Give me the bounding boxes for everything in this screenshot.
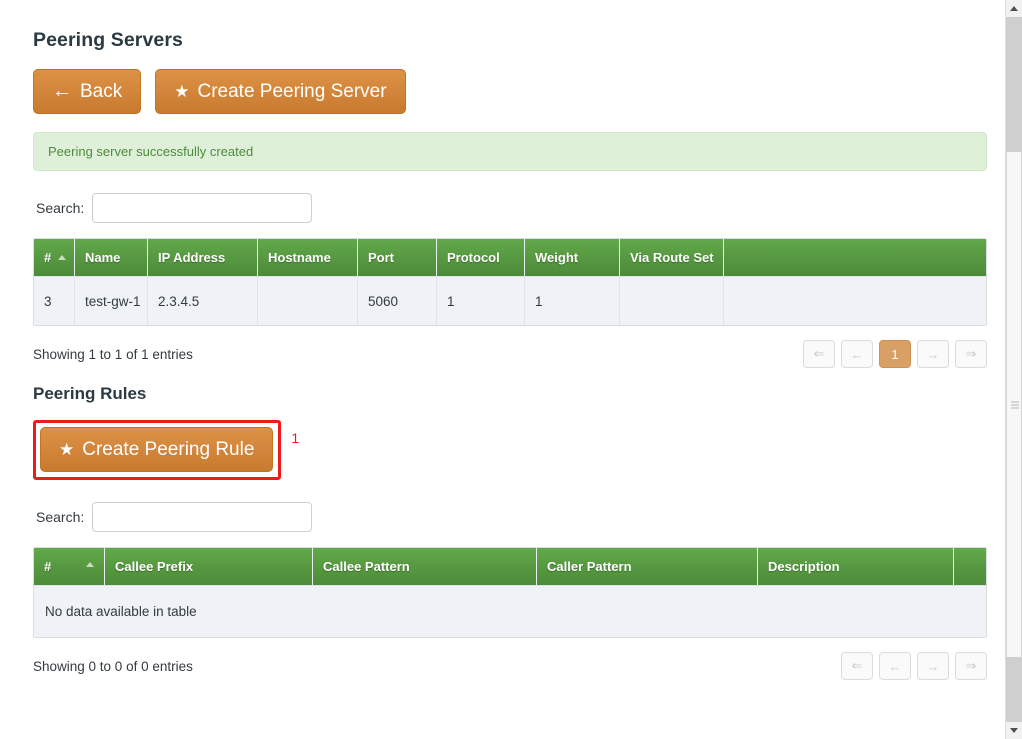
servers-col-actions	[724, 239, 986, 276]
peering-rules-title: Peering Rules	[33, 384, 147, 403]
cell-protocol: 1	[437, 276, 525, 325]
servers-col-protocol-label: Protocol	[447, 250, 500, 265]
servers-page-next[interactable]: →	[917, 340, 949, 368]
rules-col-callee-prefix-label: Callee Prefix	[115, 559, 194, 574]
cell-weight: 1	[525, 276, 620, 325]
servers-page-previous[interactable]: ←	[841, 340, 873, 368]
servers-table-header-row: # Name IP Address Hostname Port Protocol…	[34, 239, 986, 276]
rules-col-caller-pattern-label: Caller Pattern	[547, 559, 632, 574]
sort-asc-icon	[58, 255, 67, 260]
peering-rules-table: # Callee Prefix Callee Pattern Caller Pa…	[33, 547, 987, 638]
app-viewport: Peering Servers ← Back ★ Create Peering …	[0, 0, 1022, 739]
rules-search-input[interactable]	[92, 502, 313, 532]
rules-page-previous[interactable]: ←	[879, 652, 911, 680]
servers-col-port-label: Port	[368, 250, 394, 265]
servers-col-num[interactable]: #	[34, 239, 75, 276]
scrollbar-grip-icon	[1011, 399, 1019, 410]
servers-search-input[interactable]	[92, 193, 313, 223]
create-peering-server-button[interactable]: ★ Create Peering Server	[155, 69, 406, 114]
rules-table-footer: Showing 0 to 0 of 0 entries ⇐ ← → ⇒	[33, 650, 987, 682]
cell-name: test-gw-1	[75, 276, 148, 325]
create-peering-server-label: Create Peering Server	[197, 81, 387, 102]
servers-col-weight-label: Weight	[535, 250, 579, 265]
create-peering-rule-annotation: ★ Create Peering Rule 1	[33, 420, 299, 480]
star-icon: ★	[174, 82, 190, 101]
rules-col-num-label: #	[44, 559, 52, 574]
servers-col-protocol[interactable]: Protocol	[437, 239, 525, 276]
create-peering-rule-label: Create Peering Rule	[82, 439, 255, 460]
servers-search-label: Search:	[36, 200, 85, 216]
rules-col-description[interactable]: Description	[758, 548, 954, 585]
scroll-up-arrow-icon[interactable]	[1006, 0, 1022, 17]
servers-col-hostname-label: Hostname	[268, 250, 331, 265]
annotation-number: 1	[291, 430, 300, 446]
servers-col-num-label: #	[44, 250, 52, 265]
back-button-label: Back	[80, 81, 123, 102]
rules-page-first[interactable]: ⇐	[841, 652, 873, 680]
servers-col-via-route-set-label: Via Route Set	[630, 250, 714, 265]
rules-col-num[interactable]: #	[34, 548, 105, 585]
servers-col-hostname[interactable]: Hostname	[258, 239, 358, 276]
arrow-left-icon: ←	[52, 79, 72, 102]
page-content: Peering Servers ← Back ★ Create Peering …	[0, 0, 1005, 739]
servers-search-row: Search:	[33, 193, 987, 223]
cell-actions	[724, 276, 986, 325]
rules-table-header-row: # Callee Prefix Callee Pattern Caller Pa…	[34, 548, 986, 585]
servers-col-weight[interactable]: Weight	[525, 239, 620, 276]
scrollbar-thumb[interactable]	[1006, 152, 1022, 657]
rules-col-actions	[954, 548, 986, 585]
rules-col-caller-pattern[interactable]: Caller Pattern	[537, 548, 758, 585]
sort-asc-icon	[86, 562, 94, 567]
rules-search-row: Search:	[33, 502, 987, 532]
servers-table-footer: Showing 1 to 1 of 1 entries ⇐ ← 1 → ⇒	[33, 338, 987, 370]
cell-hostname	[258, 276, 358, 325]
rules-table-info: Showing 0 to 0 of 0 entries	[33, 658, 193, 674]
table-row[interactable]: 3 test-gw-1 2.3.4.5 5060 1 1	[34, 276, 986, 325]
servers-col-via-route-set[interactable]: Via Route Set	[620, 239, 724, 276]
cell-ip-address: 2.3.4.5	[148, 276, 258, 325]
cell-port: 5060	[358, 276, 437, 325]
rules-empty-row: No data available in table	[34, 585, 986, 637]
star-icon: ★	[59, 440, 75, 459]
rules-col-callee-prefix[interactable]: Callee Prefix	[105, 548, 313, 585]
toolbar: ← Back ★ Create Peering Server	[33, 69, 987, 114]
cell-num: 3	[34, 276, 75, 325]
rules-page-next[interactable]: →	[917, 652, 949, 680]
success-alert: Peering server successfully created	[33, 132, 987, 171]
rules-search-label: Search:	[36, 509, 85, 525]
success-alert-message: Peering server successfully created	[48, 144, 254, 159]
rules-col-description-label: Description	[768, 559, 840, 574]
cell-via-route-set	[620, 276, 724, 325]
create-peering-rule-button[interactable]: ★ Create Peering Rule	[40, 427, 274, 472]
servers-page-1[interactable]: 1	[879, 340, 911, 368]
servers-col-ip-address[interactable]: IP Address	[148, 239, 258, 276]
servers-col-name[interactable]: Name	[75, 239, 148, 276]
servers-page-last[interactable]: ⇒	[955, 340, 987, 368]
page-title: Peering Servers	[33, 29, 184, 51]
servers-table-info: Showing 1 to 1 of 1 entries	[33, 346, 193, 362]
servers-page-first[interactable]: ⇐	[803, 340, 835, 368]
servers-pagination: ⇐ ← 1 → ⇒	[803, 340, 987, 368]
servers-col-name-label: Name	[85, 250, 121, 265]
rules-pagination: ⇐ ← → ⇒	[841, 652, 987, 680]
rules-empty-message: No data available in table	[34, 585, 986, 637]
scroll-down-arrow-icon[interactable]	[1006, 722, 1022, 739]
annotation-highlight-box: ★ Create Peering Rule	[33, 420, 282, 480]
vertical-scrollbar[interactable]	[1005, 0, 1022, 739]
servers-col-port[interactable]: Port	[358, 239, 437, 276]
back-button[interactable]: ← Back	[33, 69, 142, 114]
rules-page-last[interactable]: ⇒	[955, 652, 987, 680]
rules-col-callee-pattern[interactable]: Callee Pattern	[313, 548, 537, 585]
peering-servers-table: # Name IP Address Hostname Port Protocol…	[33, 238, 987, 326]
rules-col-callee-pattern-label: Callee Pattern	[323, 559, 410, 574]
scrollbar-track[interactable]	[1006, 17, 1022, 722]
servers-col-ip-address-label: IP Address	[158, 250, 226, 265]
